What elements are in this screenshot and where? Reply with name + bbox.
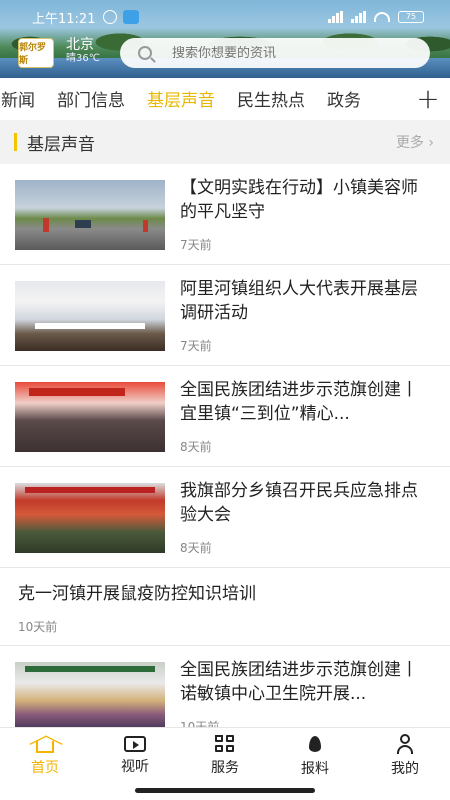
list-item[interactable]: 我旗部分乡镇召开民兵应急排点验大会 8天前 — [0, 467, 450, 568]
app-notification-icon — [123, 10, 140, 24]
home-icon — [36, 740, 54, 753]
logo-text: 郭尔罗斯 — [19, 43, 47, 66]
article-title: 我旗部分乡镇召开民兵应急排点验大会 — [180, 481, 418, 525]
alarm-icon — [103, 10, 118, 24]
article-thumbnail — [15, 180, 165, 250]
article-time: 10天前 — [18, 620, 58, 634]
more-link[interactable]: 更多 › — [396, 132, 434, 152]
nav-label: 视听 — [121, 758, 149, 775]
section-title: 基层声音 — [27, 134, 95, 155]
article-title: 全国民族团结进步示范旗创建丨诺敏镇中心卫生院开展... — [180, 660, 418, 704]
nav-mine[interactable]: 我的 — [360, 728, 450, 783]
article-thumbnail — [15, 662, 165, 727]
section-header: 基层声音 更多 › — [0, 120, 450, 164]
signal-icon-2 — [351, 11, 366, 23]
user-icon — [396, 733, 414, 754]
article-time: 7天前 — [180, 339, 212, 353]
tab-department[interactable]: 部门信息 — [46, 86, 136, 111]
city-name: 北京 — [66, 37, 94, 53]
nav-media[interactable]: 视听 — [90, 728, 180, 783]
app-logo[interactable]: 郭尔罗斯 — [18, 38, 54, 68]
add-channel-icon[interactable]: + — [406, 78, 450, 118]
article-thumbnail — [15, 382, 165, 452]
list-item[interactable]: 【文明实践在行动】小镇美容师的平凡坚守 7天前 — [0, 164, 450, 265]
article-time: 8天前 — [180, 541, 212, 555]
category-tabs: 新闻 部门信息 基层声音 民生热点 政务 + — [0, 78, 450, 118]
tab-livelihood[interactable]: 民生热点 — [226, 86, 316, 111]
search-bar[interactable] — [120, 38, 430, 68]
article-thumbnail — [15, 483, 165, 553]
fire-icon — [306, 734, 324, 754]
status-time: 上午11:21 — [32, 11, 96, 27]
signal-icon — [328, 11, 343, 23]
location-weather[interactable]: 北京 晴36℃ — [66, 38, 100, 66]
article-title: 克一河镇开展鼠疫防控知识培训 — [18, 584, 256, 604]
header-banner: 上午11:21 75 郭尔罗斯 北京 晴36℃ — [0, 0, 450, 78]
search-input[interactable] — [172, 45, 402, 61]
battery-icon: 75 — [398, 11, 424, 23]
article-title: 【文明实践在行动】小镇美容师的平凡坚守 — [180, 178, 418, 222]
section-accent-bar — [14, 133, 17, 151]
nav-label: 报料 — [301, 760, 329, 777]
article-time: 8天前 — [180, 440, 212, 454]
home-indicator[interactable] — [135, 788, 315, 793]
tab-grassroots[interactable]: 基层声音 — [136, 86, 226, 111]
nav-label: 我的 — [391, 760, 419, 777]
list-item[interactable]: 阿里河镇组织人大代表开展基层调研活动 7天前 — [0, 265, 450, 366]
tab-news[interactable]: 新闻 — [0, 86, 46, 111]
tab-government[interactable]: 政务 — [316, 86, 372, 111]
article-time: 10天前 — [180, 720, 220, 727]
list-item[interactable]: 全国民族团结进步示范旗创建丨诺敏镇中心卫生院开展... 10天前 — [0, 646, 450, 727]
nav-label: 首页 — [31, 759, 59, 776]
tv-icon — [124, 735, 146, 752]
weather-text: 晴36℃ — [66, 53, 100, 64]
wifi-icon — [374, 12, 390, 22]
search-icon — [138, 46, 152, 60]
nav-service[interactable]: 服务 — [180, 728, 270, 783]
list-item[interactable]: 全国民族团结进步示范旗创建丨宜里镇“三到位”精心... 8天前 — [0, 366, 450, 467]
status-bar: 上午11:21 75 — [0, 0, 450, 34]
bottom-navigation: 首页 视听 服务 报料 我的 — [0, 727, 450, 783]
article-list: 【文明实践在行动】小镇美容师的平凡坚守 7天前 阿里河镇组织人大代表开展基层调研… — [0, 164, 450, 727]
grid-icon — [215, 734, 235, 753]
article-title: 全国民族团结进步示范旗创建丨宜里镇“三到位”精心... — [180, 380, 418, 424]
nav-label: 服务 — [211, 759, 239, 776]
nav-report[interactable]: 报料 — [270, 728, 360, 783]
article-title: 阿里河镇组织人大代表开展基层调研活动 — [180, 279, 418, 323]
nav-home[interactable]: 首页 — [0, 728, 90, 783]
article-time: 7天前 — [180, 238, 212, 252]
article-thumbnail — [15, 281, 165, 351]
list-item[interactable]: 克一河镇开展鼠疫防控知识培训 10天前 — [0, 568, 450, 646]
